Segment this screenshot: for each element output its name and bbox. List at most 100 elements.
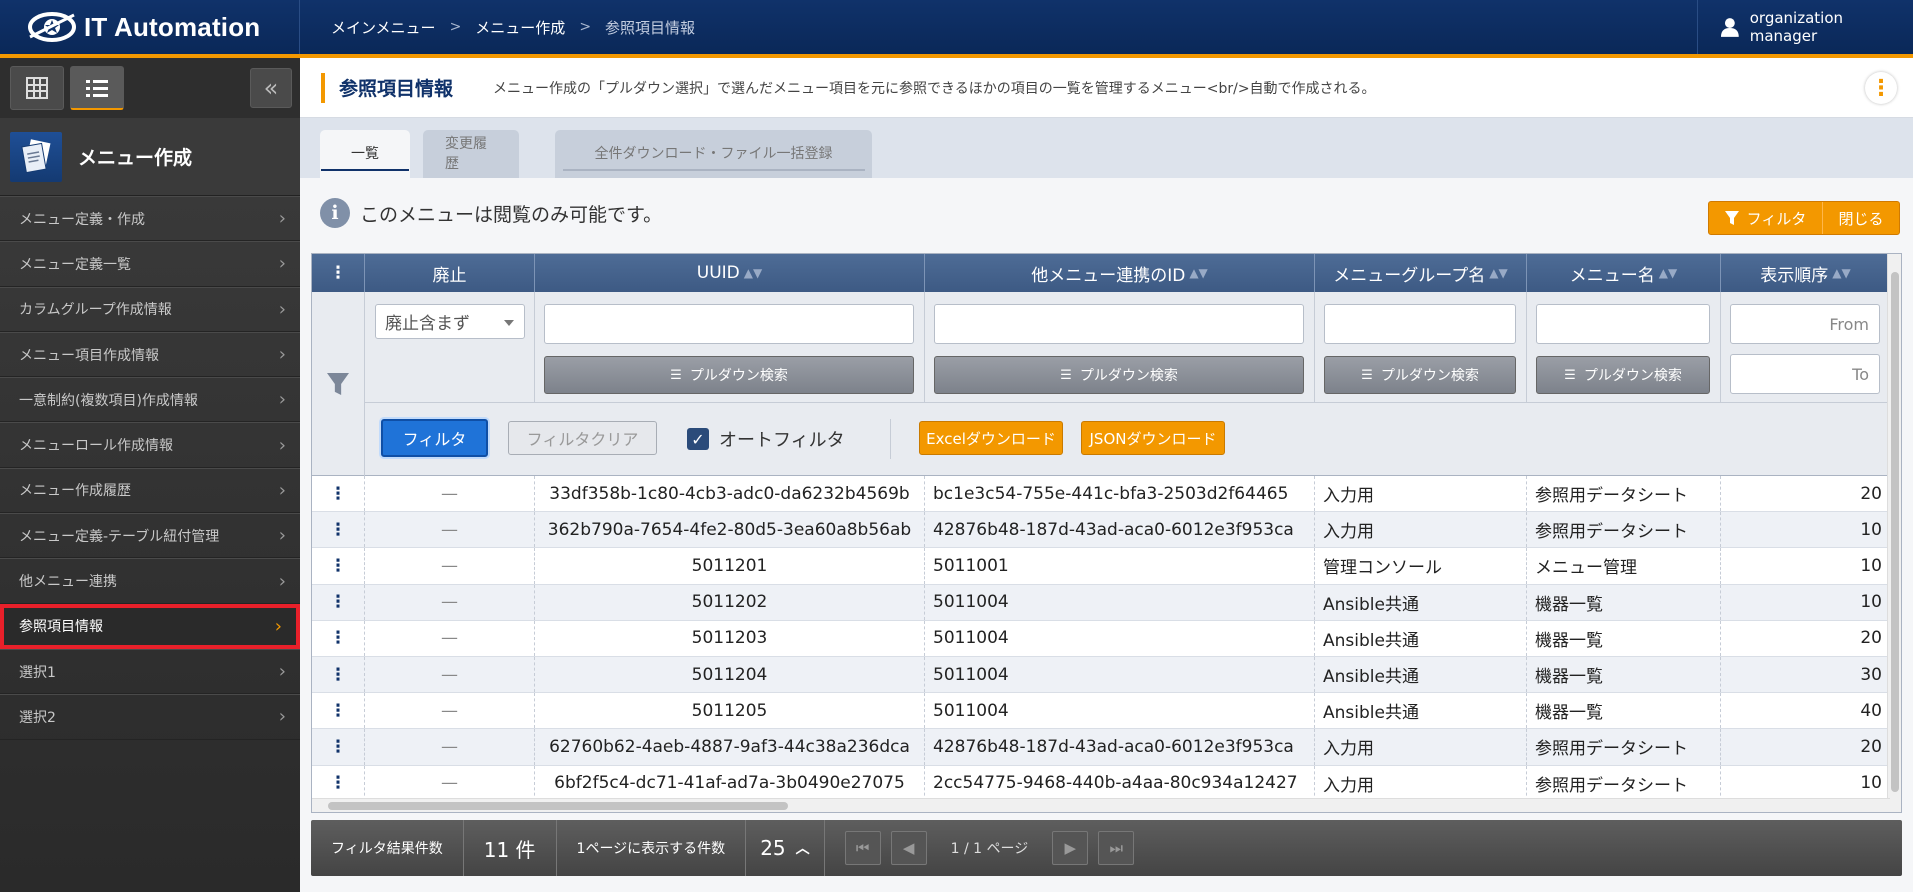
column-header-display-order[interactable]: 表示順序 ▲▼ xyxy=(1721,254,1890,292)
row-menu-kebab-icon[interactable]: ⋮ xyxy=(312,476,365,512)
sidebar-item-column-group[interactable]: カラムグループ作成情報 › xyxy=(0,286,300,332)
sidebar-item-label: 選択2 xyxy=(19,709,56,726)
list-icon xyxy=(86,79,108,97)
column-header-menu-name[interactable]: メニュー名 ▲▼ xyxy=(1527,254,1721,292)
order-from-input[interactable]: From xyxy=(1730,304,1880,344)
link-id-pulldown-search-button[interactable]: ☰ プルダウン検索 xyxy=(934,356,1304,394)
cell-group: 入力用 xyxy=(1315,729,1527,765)
row-menu-kebab-icon[interactable]: ⋮ xyxy=(312,620,365,656)
list-view-button[interactable] xyxy=(70,66,124,110)
filter-label: フィルタ xyxy=(1746,209,1807,228)
tab-download-upload[interactable]: 全件ダウンロード・ファイル一括登録 xyxy=(555,130,872,178)
tab-list[interactable]: 一覧 xyxy=(320,130,410,178)
next-page-button[interactable]: ▶ xyxy=(1052,831,1089,865)
chevron-right-icon: › xyxy=(278,344,286,366)
scrollbar-thumb[interactable] xyxy=(328,802,788,810)
collapse-sidebar-button[interactable]: « xyxy=(250,68,292,108)
table-row: ⋮ — 6bf2f5c4-dc71-41af-ad7a-3b0490e27075… xyxy=(312,765,1890,802)
row-menu-kebab-icon[interactable]: ⋮ xyxy=(312,584,365,620)
page-menu-kebab-icon[interactable]: ⋮ xyxy=(1865,72,1897,104)
per-page-label: 1ページに表示する件数 xyxy=(557,820,747,876)
user-icon xyxy=(1720,18,1739,37)
discard-filter-select[interactable]: 廃止含まず xyxy=(375,304,525,339)
uuid-pulldown-search-button[interactable]: ☰ プルダウン検索 xyxy=(544,356,914,394)
grid-view-button[interactable] xyxy=(10,66,64,110)
scrollbar-thumb[interactable] xyxy=(1891,272,1899,792)
sidebar-item-table-link[interactable]: メニュー定義-テーブル紐付管理 › xyxy=(0,513,300,559)
sidebar-item-menu-history[interactable]: メニュー作成履歴 › xyxy=(0,467,300,514)
sidebar-item-menu-define[interactable]: メニュー定義・作成 › xyxy=(0,196,300,242)
cell-link-id: 2cc54775-9468-440b-a4aa-80c934a12427 xyxy=(925,765,1315,801)
prev-page-button[interactable]: ◀ xyxy=(890,831,927,865)
sidebar-item-label: メニュー定義-テーブル紐付管理 xyxy=(19,528,220,545)
filter-col-discard: 廃止含まず xyxy=(365,292,535,402)
user-menu[interactable]: organization manager xyxy=(1697,0,1913,54)
breadcrumb-main-menu[interactable]: メインメニュー xyxy=(331,17,436,38)
row-menu-kebab-icon[interactable]: ⋮ xyxy=(312,729,365,765)
order-to-input[interactable]: To xyxy=(1730,354,1880,394)
table-row: ⋮ — 5011205 5011004 Ansible共通 機器一覧 40 xyxy=(312,693,1890,730)
row-menu-kebab-icon[interactable]: ⋮ xyxy=(312,765,365,801)
cell-group: 入力用 xyxy=(1315,512,1527,548)
breadcrumb-menu-create[interactable]: メニュー作成 xyxy=(475,17,565,38)
first-page-button[interactable]: ⏮ xyxy=(844,831,881,865)
app-logo[interactable]: IT Automation xyxy=(0,0,300,54)
chevron-right-icon: › xyxy=(278,298,286,320)
column-header-uuid[interactable]: UUID ▲▼ xyxy=(535,254,925,292)
column-header-group-name[interactable]: メニューグループ名 ▲▼ xyxy=(1315,254,1527,292)
filter-clear-button[interactable]: フィルタクリア xyxy=(508,421,657,455)
filter-close-button[interactable]: 閉じる xyxy=(1823,202,1899,234)
row-menu-kebab-icon[interactable]: ⋮ xyxy=(312,548,365,584)
sidebar-item-reference-item[interactable]: 参照項目情報 › xyxy=(0,603,300,649)
header-kebab-icon[interactable]: ⋮ xyxy=(312,254,365,292)
cell-order: 10 xyxy=(1860,592,1882,613)
sidebar-item-menu-role[interactable]: メニューロール作成情報 › xyxy=(0,422,300,468)
row-menu-kebab-icon[interactable]: ⋮ xyxy=(312,693,365,729)
filter-button[interactable]: フィルタ xyxy=(381,419,488,457)
excel-download-button[interactable]: Excelダウンロード xyxy=(919,421,1063,455)
filter-toggle-label[interactable]: フィルタ xyxy=(1709,202,1823,234)
cell-menu: 機器一覧 xyxy=(1527,584,1721,620)
vertical-scrollbar[interactable] xyxy=(1887,254,1901,812)
sidebar-item-menu-define-list[interactable]: メニュー定義一覧 › xyxy=(0,241,300,287)
chevron-right-icon: › xyxy=(278,253,286,275)
column-header-discard[interactable]: 廃止 xyxy=(365,254,535,292)
cell-uuid: 33df358b-1c80-4cb3-adc0-da6232b4569b xyxy=(535,476,925,512)
sidebar-item-select2[interactable]: 選択2 › xyxy=(0,694,300,740)
sort-icon: ▲▼ xyxy=(1658,266,1678,280)
column-header-link-id[interactable]: 他メニュー連携のID ▲▼ xyxy=(925,254,1315,292)
grid-icon xyxy=(26,77,48,99)
autofilter-checkbox[interactable]: ✓ オートフィルタ xyxy=(687,426,845,452)
json-download-button[interactable]: JSONダウンロード xyxy=(1081,421,1225,455)
last-page-button[interactable]: ⏭ xyxy=(1098,831,1135,865)
cell-link-id: 5011001 xyxy=(925,548,1315,584)
sidebar-item-select1[interactable]: 選択1 › xyxy=(0,648,300,695)
chevron-right-icon: › xyxy=(278,706,286,728)
horizontal-scrollbar[interactable] xyxy=(312,798,1890,812)
notice-text: このメニューは閲覧のみ可能です。 xyxy=(360,203,663,226)
menu-filter-input[interactable] xyxy=(1536,304,1710,344)
group-filter-input[interactable] xyxy=(1324,304,1516,344)
tab-history[interactable]: 変更履歴 xyxy=(423,130,519,181)
per-page-select[interactable]: 25 ︿ xyxy=(746,820,825,876)
sidebar-item-menu-item[interactable]: メニュー項目作成情報 › xyxy=(0,331,300,378)
sidebar-item-label: メニュー作成履歴 xyxy=(19,483,131,500)
ita-logo-icon xyxy=(26,7,78,47)
sidebar-item-other-menu-link[interactable]: 他メニュー連携 › xyxy=(0,558,300,604)
sidebar: « メニュー作成 メニュー定義・作成 › メニュー定義一覧 › カラムグループ作成情… xyxy=(0,58,300,892)
tab-bar: 一覧 変更履歴 全件ダウンロード・ファイル一括登録 xyxy=(300,118,1913,181)
cell-menu: 機器一覧 xyxy=(1527,620,1721,656)
documents-icon xyxy=(10,131,62,182)
cell-link-id: 5011004 xyxy=(925,693,1315,729)
group-pulldown-search-button[interactable]: ☰ プルダウン検索 xyxy=(1324,356,1516,394)
row-menu-kebab-icon[interactable]: ⋮ xyxy=(312,512,365,548)
sidebar-item-unique-constraint[interactable]: 一意制約(複数項目)作成情報 › xyxy=(0,377,300,423)
menu-pulldown-search-button[interactable]: ☰ プルダウン検索 xyxy=(1536,356,1710,394)
uuid-filter-input[interactable] xyxy=(544,304,914,344)
cell-discard: — xyxy=(365,476,535,512)
sidebar-item-label: カラムグループ作成情報 xyxy=(19,302,172,319)
chevron-right-icon: › xyxy=(278,570,286,592)
link-id-filter-input[interactable] xyxy=(934,304,1304,344)
filter-toggle-button[interactable]: フィルタ 閉じる xyxy=(1708,201,1900,235)
row-menu-kebab-icon[interactable]: ⋮ xyxy=(312,656,365,693)
